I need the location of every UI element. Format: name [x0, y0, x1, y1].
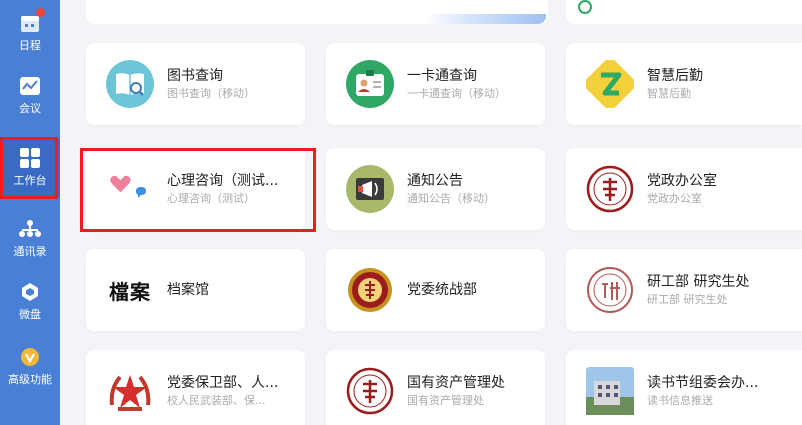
app-subtitle: 读书信息推送 — [647, 394, 713, 407]
grid-icon — [19, 147, 41, 169]
calendar-icon — [19, 8, 45, 34]
app-title: 读书节组委会办... — [647, 375, 759, 391]
app-title: 图书查询 — [167, 68, 223, 84]
nav-item-premium[interactable]: 高级功能 — [0, 346, 60, 392]
premium-icon — [19, 346, 41, 368]
nav-item-weipan[interactable]: 微盘 — [0, 281, 60, 327]
star-emblem-icon — [106, 367, 154, 415]
nav-label: 通讯录 — [13, 245, 47, 258]
building-photo-icon — [586, 367, 634, 415]
app-subtitle: 研工部 研究生处 — [647, 293, 728, 306]
check-icon — [578, 0, 592, 14]
app-card-campus-card[interactable]: 一卡通查询 一卡通查询（移动） — [326, 43, 545, 125]
notification-badge — [36, 8, 45, 17]
app-title: 通知公告 — [407, 173, 463, 189]
app-title: 档案馆 — [167, 282, 209, 298]
app-card-reading-festival[interactable]: 读书节组委会办... 读书信息推送 — [566, 350, 802, 425]
seal-icon — [346, 367, 394, 415]
app-card-party-office[interactable]: 党政办公室 党政办公室 — [566, 148, 802, 230]
app-subtitle: 通知公告（移动） — [407, 192, 495, 205]
seal-icon — [586, 165, 634, 213]
app-subtitle: 心理咨询（测试） — [167, 192, 255, 205]
app-subtitle: 国有资产管理处 — [407, 394, 484, 407]
top-banner-card — [86, 0, 548, 24]
megaphone-icon — [346, 165, 394, 213]
app-card-counseling[interactable]: 心理咨询（测试... 心理咨询（测试） — [86, 148, 305, 230]
nav-item-workbench[interactable]: 工作台 — [0, 139, 60, 197]
app-card-smart-logistics[interactable]: 智慧后勤 智慧后勤 — [566, 43, 802, 125]
nav-item-meeting[interactable]: 会议 — [0, 75, 60, 125]
nav-label: 日程 — [19, 39, 41, 52]
id-card-icon — [346, 60, 394, 108]
banner-graphic — [426, 14, 546, 24]
seal-icon — [346, 266, 394, 314]
app-title: 国有资产管理处 — [407, 375, 505, 391]
app-title: 研工部 研究生处 — [647, 274, 750, 290]
top-notice-card — [566, 0, 802, 24]
app-card-graduate-office[interactable]: 研工部 研究生处 研工部 研究生处 — [566, 249, 802, 331]
nav-label: 工作台 — [13, 174, 47, 187]
app-title: 一卡通查询 — [407, 68, 477, 84]
app-title: 心理咨询（测试... — [167, 173, 279, 189]
app-subtitle: 智慧后勤 — [647, 87, 691, 100]
book-search-icon — [106, 60, 154, 108]
meeting-icon — [19, 75, 41, 97]
app-card-assets[interactable]: 国有资产管理处 国有资产管理处 — [326, 350, 545, 425]
hearts-chat-icon — [106, 165, 154, 213]
app-card-library[interactable]: 图书查询 图书查询（移动） — [86, 43, 305, 125]
app-card-notice[interactable]: 通知公告 通知公告（移动） — [326, 148, 545, 230]
app-subtitle: 一卡通查询（移动） — [407, 87, 506, 100]
app-title: 党政办公室 — [647, 173, 717, 189]
app-card-united-front[interactable]: 党委统战部 — [326, 249, 545, 331]
grad-seal-icon — [586, 266, 634, 314]
org-chart-icon — [19, 218, 41, 240]
archive-calligraphy-icon: 檔案 — [109, 279, 151, 304]
app-title: 智慧后勤 — [647, 68, 703, 84]
nav-label: 微盘 — [19, 308, 41, 321]
app-subtitle: 图书查询（移动） — [167, 87, 255, 100]
z-logo-icon — [586, 60, 634, 108]
cloud-disk-icon — [19, 281, 41, 303]
app-card-security[interactable]: 党委保卫部、人... 校人民武装部、保... — [86, 350, 305, 425]
nav-label: 高级功能 — [8, 373, 52, 386]
nav-item-schedule[interactable]: 日程 — [0, 8, 60, 60]
nav-label: 会议 — [19, 102, 41, 115]
sidebar: 日程 会议 工作台 通讯录 微盘 高级功能 — [0, 0, 60, 425]
nav-item-contacts[interactable]: 通讯录 — [0, 218, 60, 262]
app-card-archives[interactable]: 檔案 档案馆 — [86, 249, 305, 331]
app-title: 党委统战部 — [407, 282, 477, 298]
app-subtitle: 党政办公室 — [647, 192, 702, 205]
app-subtitle: 校人民武装部、保... — [167, 394, 266, 407]
app-title: 党委保卫部、人... — [167, 375, 279, 391]
